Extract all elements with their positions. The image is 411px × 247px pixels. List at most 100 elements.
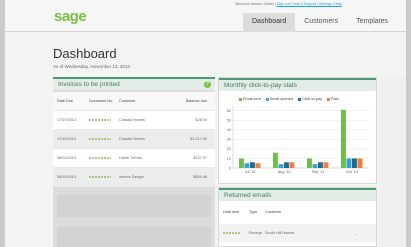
x-tick-label: Jul '13	[245, 170, 256, 174]
bar-email-opened	[346, 158, 352, 168]
legend-label: Email sent	[243, 97, 261, 101]
cell-date: 08/01/2013	[57, 156, 77, 160]
bar-email-sent	[239, 158, 244, 168]
cell-customer: Coastal Homes	[119, 118, 145, 122]
welcome-user: Welcome Mariano Dellas |	[235, 2, 276, 6]
table-row[interactable]: Receipt South Hill Homes ⌄	[219, 224, 376, 242]
returned-table-header: Date sent Type Customer	[219, 204, 376, 220]
cell-customer: South Hill Homes	[265, 231, 295, 235]
bar-email-sent	[273, 152, 278, 168]
bar-email-opened	[312, 164, 318, 168]
table-header-row: Date Due Document No. Customer Balance d…	[53, 92, 215, 111]
date-link[interactable]	[223, 231, 249, 235]
invoices-panel-title: Invoices to be printed	[58, 81, 120, 88]
table-row[interactable]: 17/10/2013 Coastal Homes $1,217.00	[53, 130, 215, 149]
table-row[interactable]: 17/07/2013 Coastal Homes $28.00	[53, 111, 215, 130]
cell-customer: Coastal Homes	[119, 137, 145, 141]
column-header-customer[interactable]: Customer	[265, 210, 355, 220]
bar-paid	[255, 163, 261, 168]
header: sage Welcome Mariano Dellas | Sign out |…	[5, 0, 406, 32]
legend-item-email-sent: Email sent	[239, 97, 261, 101]
document-link[interactable]	[89, 175, 119, 179]
bar-email-opened	[244, 163, 250, 168]
legend-swatch	[239, 97, 242, 101]
y-tick-label: 50	[227, 119, 231, 123]
legend-swatch	[297, 97, 301, 101]
invoices-panel: Invoices to be printed ? Date Due Docume…	[53, 77, 215, 247]
tab-templates[interactable]: Templates	[347, 13, 397, 32]
tab-dashboard[interactable]: Dashboard	[243, 13, 296, 32]
right-gutter	[381, 77, 406, 247]
chart-panel-title: Monthly click-to-pay stats	[224, 82, 297, 89]
account-links[interactable]: Sign out | Help & Support | Settings | H…	[277, 2, 342, 6]
table-row[interactable]: 08/01/2013 Home Trends $137.07	[53, 149, 215, 168]
legend-item-email-opened: Email opened	[265, 97, 293, 101]
chevron-down-icon[interactable]: ⌄	[355, 231, 358, 236]
click-to-pay-chart: 0 10 20 30 40 50 60 Jul '13 Aug '13 Sep '13 Oct '1…	[227, 106, 369, 174]
x-tick-label: Sep '13	[312, 170, 325, 174]
document-number-link[interactable]	[89, 176, 111, 178]
cell-customer: Home Trends	[119, 156, 142, 160]
returned-emails-panel: Returned emails Date sent Type Customer …	[218, 187, 377, 247]
bar-email-sent	[307, 158, 312, 168]
bar-click-to-pay	[318, 162, 323, 168]
cell-balance: $1,217.00	[190, 137, 207, 141]
returned-panel-header: Returned emails	[219, 188, 376, 201]
legend-item-paid: Paid	[327, 97, 339, 101]
document-number-link[interactable]	[89, 119, 111, 121]
cell-balance: $137.07	[193, 156, 207, 160]
welcome-text: Welcome Mariano Dellas | Sign out | Help…	[235, 2, 342, 6]
legend-label: Email opened	[269, 97, 293, 101]
legend-label: Click-to-pay	[301, 97, 323, 101]
invoices-panel-header: Invoices to be printed ?	[53, 77, 215, 90]
column-header-type[interactable]: Type	[249, 210, 265, 220]
cell-date: 17/07/2013	[57, 118, 77, 122]
document-number-link[interactable]	[89, 138, 111, 140]
y-tick-label: 10	[227, 157, 231, 161]
document-link[interactable]	[89, 118, 119, 122]
cell-date: 17/10/2013	[57, 137, 77, 141]
cell-type: Receipt	[249, 231, 262, 235]
sage-logo[interactable]: sage	[54, 8, 87, 25]
column-header-document-no[interactable]: Document No.	[89, 99, 119, 103]
x-tick-label: Oct '13	[346, 170, 358, 174]
bar-paid	[357, 158, 363, 168]
document-number-link[interactable]	[89, 157, 111, 159]
document-link[interactable]	[89, 156, 119, 160]
tab-customers[interactable]: Customers	[295, 13, 347, 32]
page-title: Dashboard	[53, 46, 117, 61]
bar-paid	[289, 162, 295, 168]
y-tick-label: 30	[227, 138, 231, 142]
x-tick-label: Aug '13	[278, 170, 291, 174]
cell-customer: Interior Design	[119, 175, 144, 179]
column-header-balance-due[interactable]: Balance due	[167, 99, 211, 103]
chart-panel-header: Monthly click-to-pay stats	[219, 78, 376, 91]
legend-item-click-to-pay: Click-to-pay	[297, 97, 323, 101]
legend-swatch	[327, 97, 331, 101]
bar-email-opened	[278, 164, 284, 168]
app-frame: sage Welcome Mariano Dellas | Sign out |…	[5, 0, 406, 247]
y-tick-label: 60	[227, 109, 231, 113]
column-header-date-due[interactable]: Date Due	[53, 99, 89, 103]
column-header-date-sent[interactable]: Date sent	[223, 210, 249, 220]
main-nav: Dashboard Customers Templates	[243, 13, 397, 32]
legend-label: Paid	[331, 97, 339, 101]
cell-date: 08/10/2013	[57, 175, 77, 179]
returned-panel-title: Returned emails	[224, 192, 272, 199]
bar-click-to-pay	[352, 158, 357, 168]
cell-balance: $655.06	[193, 175, 207, 179]
column-header-customer[interactable]: Customer	[119, 99, 167, 103]
chart-legend: Email sent Email opened Click-to-pay Pai…	[239, 97, 339, 101]
bar-paid	[323, 162, 329, 168]
click-to-pay-panel: Monthly click-to-pay stats Email sent Em…	[218, 77, 377, 184]
legend-swatch	[265, 97, 269, 101]
y-tick-label: 0	[229, 166, 231, 170]
y-tick-label: 40	[227, 128, 231, 132]
bar-email-sent	[341, 109, 346, 168]
y-tick-label: 20	[227, 147, 231, 151]
date-sent-link[interactable]	[223, 232, 241, 234]
bar-click-to-pay	[284, 162, 289, 168]
document-link[interactable]	[89, 137, 119, 141]
help-icon[interactable]: ?	[204, 81, 211, 88]
table-row[interactable]: 08/10/2013 Interior Design $655.06	[53, 168, 215, 187]
